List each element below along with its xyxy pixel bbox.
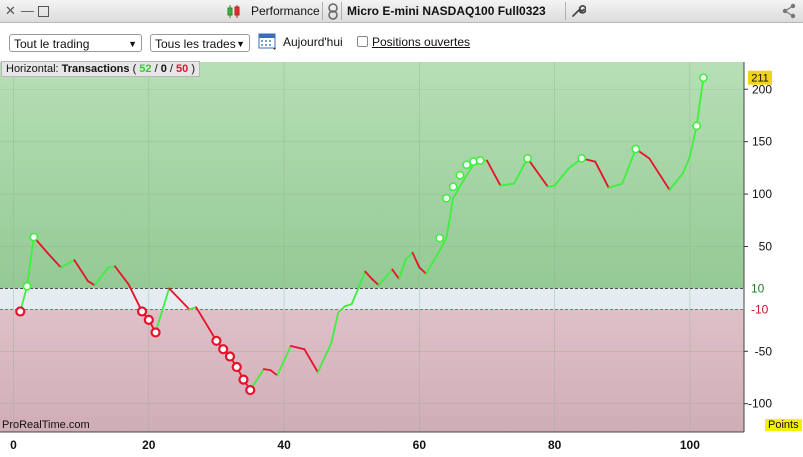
chevron-down-icon: ▼ xyxy=(236,39,245,49)
loss-zone xyxy=(0,309,744,432)
title-divider xyxy=(341,2,342,20)
profit-zone xyxy=(0,62,744,289)
y-tick-label: 150 xyxy=(752,135,772,149)
close-icon[interactable]: ✕ xyxy=(5,3,16,19)
new-low-marker xyxy=(238,374,249,385)
open-positions-label[interactable]: Positions ouvertes xyxy=(372,35,470,49)
header-sep: / xyxy=(154,63,158,75)
new-high-marker xyxy=(692,121,702,131)
new-high-marker xyxy=(577,154,587,163)
scope-select[interactable]: Tout le trading ▼ xyxy=(9,34,142,52)
new-high-marker xyxy=(523,154,532,163)
new-low-marker xyxy=(143,314,154,325)
wins-count: 52 xyxy=(139,63,152,75)
new-low-marker xyxy=(136,306,148,317)
chevron-down-icon: ▼ xyxy=(128,39,137,49)
x-tick-label: 100 xyxy=(680,438,700,452)
scope-select-value: Tout le trading xyxy=(14,37,90,51)
new-high-marker xyxy=(455,170,465,180)
last-value-label: 211 xyxy=(751,73,769,85)
share-icon[interactable] xyxy=(781,3,797,24)
y-tick-label: 100 xyxy=(752,187,772,201)
header-close-paren: ) xyxy=(191,63,196,75)
calendar-icon[interactable] xyxy=(258,32,279,57)
toolbar: Tout le trading ▼ Tous les trades ▼ Aujo… xyxy=(0,23,803,60)
maximize-icon[interactable] xyxy=(38,6,49,17)
new-high-marker xyxy=(441,193,451,203)
gain-segment xyxy=(107,265,116,269)
y-tick-label: 50 xyxy=(759,239,773,253)
performance-title: Performance xyxy=(251,4,320,18)
candlestick-icon[interactable] xyxy=(226,4,242,24)
date-label[interactable]: Aujourd'hui xyxy=(283,35,343,49)
y-tick-label: -100 xyxy=(748,397,772,411)
trades-select[interactable]: Tous les trades ▼ xyxy=(150,34,250,52)
x-tick-label: 60 xyxy=(413,438,427,452)
new-high-marker xyxy=(475,156,485,165)
neutral-zone xyxy=(0,288,744,310)
header-prefix: Horizontal: xyxy=(6,63,59,75)
header-open-paren: ( xyxy=(132,63,137,75)
x-tick-label: 40 xyxy=(277,438,291,452)
new-low-marker xyxy=(231,361,242,373)
instrument-title[interactable]: Micro E-mini NASDAQ100 Full0323 xyxy=(347,4,546,18)
upper-threshold-label: 10 xyxy=(751,281,765,295)
new-low-marker xyxy=(224,351,236,362)
x-tick-label: 80 xyxy=(548,438,562,452)
minimize-icon[interactable]: — xyxy=(21,3,34,18)
header-title: Transactions xyxy=(61,63,130,75)
gain-segment xyxy=(546,184,556,188)
new-low-marker xyxy=(15,306,26,317)
new-high-marker xyxy=(435,233,445,243)
equity-chart: 0 20 40 60 80 100 200 150 100 50 -50 -100 10 -10 211 xyxy=(0,60,803,452)
link-icon[interactable] xyxy=(327,3,339,25)
equity-chart-svg: 0 20 40 60 80 10020015010050-50-10010-10211 xyxy=(0,62,773,452)
new-high-marker xyxy=(699,73,708,83)
header-sep: / xyxy=(169,63,173,75)
lower-threshold-label: -10 xyxy=(751,302,769,316)
new-low-marker xyxy=(150,327,161,338)
new-high-marker xyxy=(631,144,641,154)
title-divider xyxy=(565,2,566,20)
new-high-marker xyxy=(29,232,39,242)
chart-header: Horizontal: Transactions ( 52 / 0 / 50 ) xyxy=(1,61,201,77)
x-tick-label: 20 xyxy=(142,438,156,452)
new-high-marker xyxy=(448,182,458,192)
y-tick-label: -50 xyxy=(755,344,773,358)
new-low-marker xyxy=(218,344,229,355)
losses-count: 50 xyxy=(176,63,189,75)
new-high-marker xyxy=(22,281,32,291)
trades-select-value: Tous les trades xyxy=(155,37,236,51)
new-low-marker xyxy=(211,335,222,346)
brand-label: ProRealTime.com xyxy=(2,419,90,431)
wrench-icon[interactable] xyxy=(571,3,587,23)
title-bar: ✕ — Performance Micro E-mini NASDAQ100 F… xyxy=(0,0,803,23)
x-tick-label: 0 xyxy=(10,438,17,452)
loss-segment xyxy=(262,368,272,372)
new-low-marker xyxy=(245,384,256,396)
neutral-count: 0 xyxy=(160,63,167,75)
title-divider xyxy=(322,2,323,20)
units-badge: Points xyxy=(765,419,802,431)
open-positions-checkbox[interactable] xyxy=(357,36,368,47)
